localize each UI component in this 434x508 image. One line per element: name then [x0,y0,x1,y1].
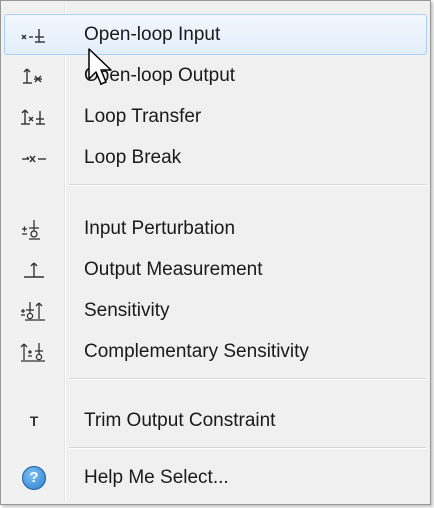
menu-item-label: Loop Break [84,146,182,168]
input-perturbation-icon [8,214,60,244]
open-loop-output-icon [8,61,60,91]
menu-item-label: Help Me Select... [84,466,229,488]
menu-item-label: Loop Transfer [84,105,202,127]
open-loop-input-icon [8,20,60,50]
menu-item-output-measurement[interactable]: Output Measurement [4,249,427,290]
menu-separator [69,378,426,380]
menu-item-label: Sensitivity [84,299,170,321]
loop-break-icon [8,143,60,173]
menu-item-label: Open-loop Output [84,64,236,86]
menu-item-open-loop-output[interactable]: Open-loop Output [4,55,427,96]
sensitivity-icon [8,296,60,326]
menu-item-label: Open-loop Input [84,23,221,45]
complementary-sensitivity-icon [8,337,60,367]
menu-item-complementary-sensitivity[interactable]: Complementary Sensitivity [4,331,427,372]
menu-item-help-me-select[interactable]: ? Help Me Select... [4,457,427,498]
menu-separator [69,184,426,186]
trim-output-constraint-icon: T [8,406,60,436]
help-icon-circle: ? [22,465,46,490]
menu-item-label: Trim Output Constraint [84,409,276,431]
menu-item-loop-transfer[interactable]: Loop Transfer [4,96,427,137]
menu-item-loop-break[interactable]: Loop Break [4,137,427,178]
help-glyph: ? [29,469,39,486]
loop-transfer-icon [8,102,60,132]
trim-glyph: T [29,412,39,429]
context-menu: Open-loop Input Open-loop Output Loop Tr… [0,0,431,505]
menu-item-label: Input Perturbation [84,217,236,239]
help-icon: ? [8,463,60,493]
output-measurement-icon [8,255,60,285]
menu-item-trim-output-constraint[interactable]: T Trim Output Constraint [4,400,427,441]
menu-item-input-perturbation[interactable]: Input Perturbation [4,208,427,249]
menu-item-label: Output Measurement [84,258,263,280]
menu-separator [69,447,426,449]
menu-item-sensitivity[interactable]: Sensitivity [4,290,427,331]
menu-item-label: Complementary Sensitivity [84,340,309,362]
menu-item-open-loop-input[interactable]: Open-loop Input [4,14,427,55]
